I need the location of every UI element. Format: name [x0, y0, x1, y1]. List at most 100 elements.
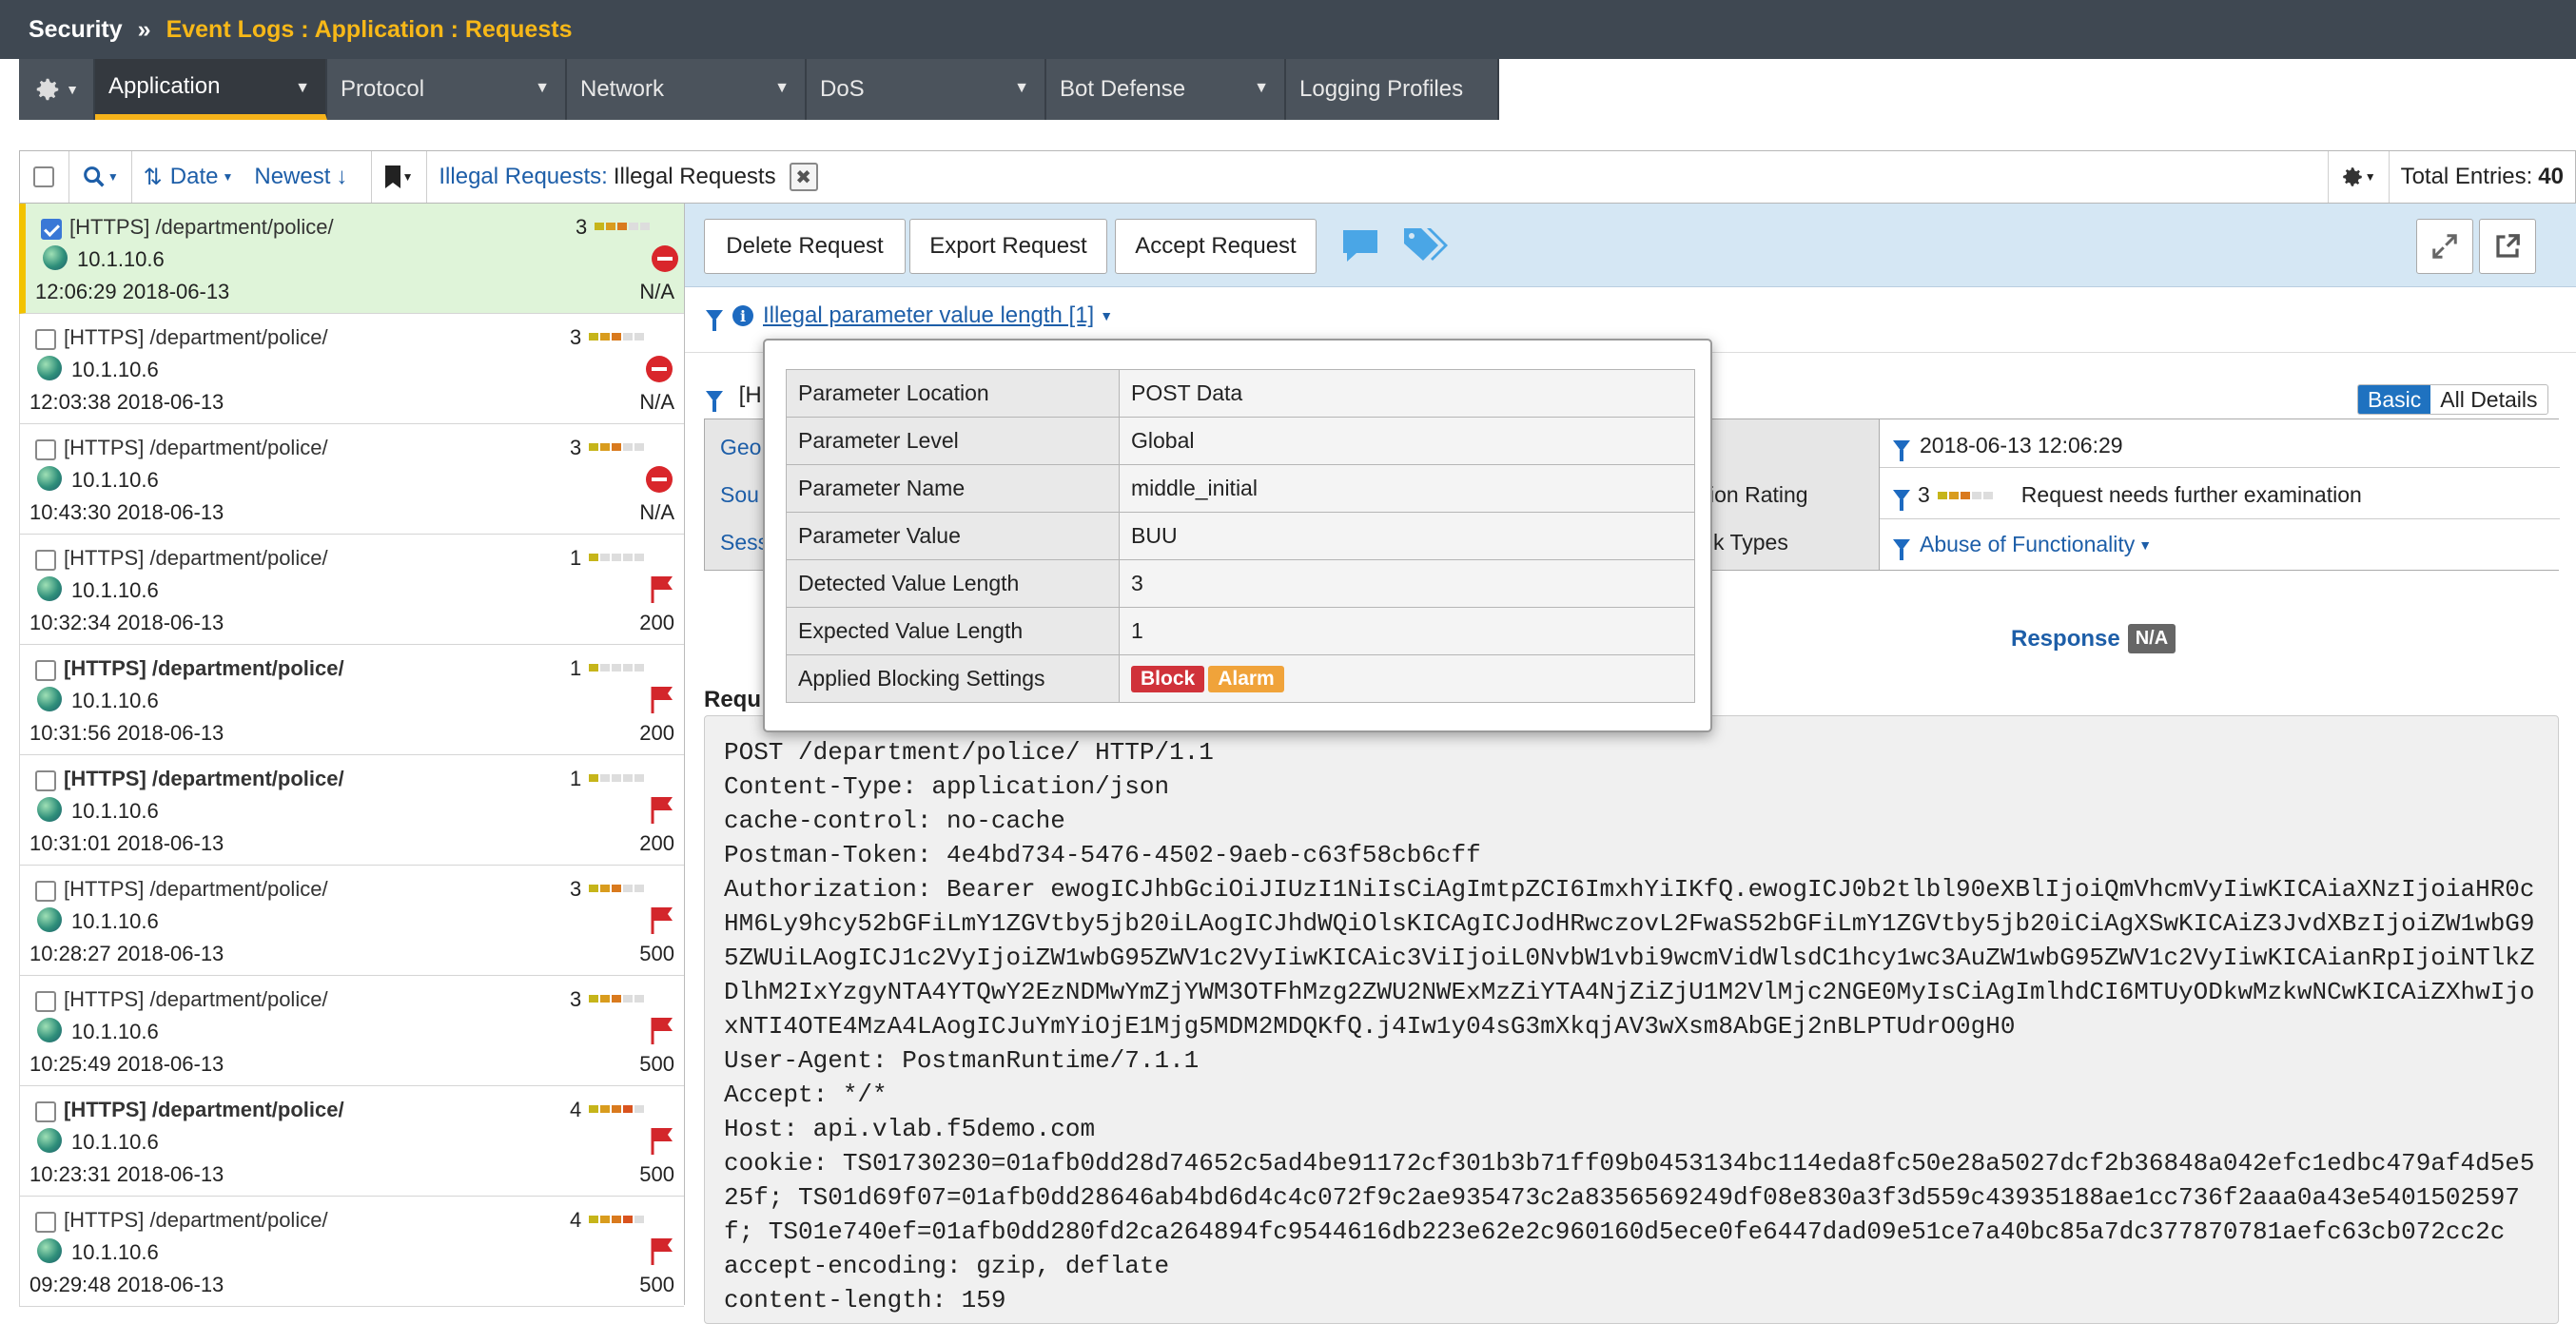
export-request-button[interactable]: Export Request — [909, 219, 1107, 274]
request-line: Content-Type: application/json — [724, 772, 1170, 801]
rating-number: 3 — [570, 436, 582, 459]
breadcrumb-separator: » — [137, 15, 151, 43]
tab-bot-defense[interactable]: Bot Defense ▼ — [1046, 59, 1286, 120]
request-time: 10:23:31 2018-06-13 — [29, 1162, 224, 1186]
tab-row: ▼ Application ▼ Protocol ▼ Network ▼ DoS ▼ B… — [0, 59, 2576, 120]
rating-bar — [589, 333, 644, 341]
sort-dropdown[interactable]: ⇅ Date ▼ Newest ↓ — [132, 151, 371, 203]
breadcrumb-path[interactable]: Event Logs : Application : Requests — [166, 16, 573, 44]
rating-bar — [589, 774, 644, 782]
attack-type-value[interactable]: Abuse of Functionality — [1920, 532, 2135, 557]
row-checkbox[interactable] — [35, 439, 56, 460]
filter-icon[interactable] — [706, 391, 723, 412]
request-list-item[interactable]: [HTTPS] /department/police/10.1.10.6 10:3… — [19, 645, 684, 755]
bookmark-button[interactable]: ▼ — [370, 151, 428, 203]
tab-settings[interactable]: ▼ — [19, 59, 95, 120]
request-list-item[interactable]: [HTTPS] /department/police/10.1.10.6 12:0… — [19, 314, 684, 424]
row-checkbox[interactable] — [35, 329, 56, 350]
tab-application[interactable]: Application ▼ — [95, 59, 327, 120]
filter-value: Illegal Requests — [613, 164, 776, 189]
search-button[interactable]: ▼ — [69, 151, 132, 203]
row-checkbox[interactable] — [35, 881, 56, 902]
tab-network[interactable]: Network ▼ — [567, 59, 807, 120]
request-time: 10:31:01 2018-06-13 — [29, 831, 224, 855]
expand-button[interactable] — [2416, 219, 2473, 274]
comment-icon[interactable] — [1341, 228, 1379, 264]
request-list-item[interactable]: [HTTPS] /department/police/10.1.10.6 10:2… — [19, 976, 684, 1086]
chevron-down-icon: ▼ — [1100, 308, 1114, 323]
total-value: 40 — [2538, 164, 2564, 189]
filter-icon[interactable] — [1893, 439, 1910, 461]
arrow-down-icon: ↓ — [336, 164, 348, 189]
request-list-item[interactable]: [HTTPS] /department/police/10.1.10.6 10:2… — [19, 1086, 684, 1197]
attack-type[interactable]: Abuse of Functionality ▼ — [1893, 532, 2152, 560]
rating-number: 3 — [570, 877, 582, 901]
expand-icon — [2432, 234, 2457, 259]
row-checkbox[interactable] — [35, 550, 56, 571]
globe-icon — [37, 1238, 62, 1263]
filter-icon[interactable] — [1893, 489, 1910, 511]
breadcrumb-security[interactable]: Security — [29, 16, 123, 44]
popup-row: Parameter Value BUU — [786, 512, 1695, 560]
request-list-item[interactable]: [HTTPS] /department/police/10.1.10.6 10:3… — [19, 755, 684, 866]
violation-details-popup: Parameter Location POST Data Parameter Lev… — [763, 339, 1712, 732]
close-icon[interactable]: ✖ — [789, 163, 818, 191]
basic-view-button[interactable]: Basic — [2358, 385, 2431, 414]
request-list-item[interactable]: [HTTPS] /department/police/10.1.10.6 12:0… — [19, 204, 684, 314]
request-url: [HTTPS] /department/police/ — [64, 546, 328, 570]
client-ip: 10.1.10.6 — [77, 247, 165, 271]
request-time: 09:29:48 2018-06-13 — [29, 1273, 224, 1296]
request-url: [HTTPS] /department/police/ — [69, 215, 334, 239]
open-external-button[interactable] — [2479, 219, 2536, 274]
tags-icon[interactable] — [1402, 226, 1452, 264]
row-checkbox[interactable] — [35, 770, 56, 791]
row-checkbox[interactable] — [35, 1101, 56, 1122]
rating-text: Request needs further examination — [2020, 482, 2362, 507]
filter-icon[interactable] — [1893, 538, 1910, 560]
chevron-down-icon: ▼ — [66, 82, 79, 97]
accept-request-button[interactable]: Accept Request — [1115, 219, 1317, 274]
detail-header-text: [H — [738, 382, 762, 408]
popup-row: Detected Value Length 3 — [786, 559, 1695, 608]
row-checkbox[interactable] — [41, 219, 62, 240]
flag-icon — [651, 797, 673, 824]
total-entries: Total Entries: 40 — [2390, 151, 2575, 203]
order-label[interactable]: Newest — [254, 164, 330, 190]
row-checkbox[interactable] — [35, 1212, 56, 1233]
blocking-settings: Block Alarm — [1119, 654, 1695, 703]
response-status: N/A — [639, 390, 674, 414]
tab-dos[interactable]: DoS ▼ — [807, 59, 1046, 120]
source-label[interactable]: Sou — [720, 482, 759, 508]
row-checkbox[interactable] — [35, 991, 56, 1012]
filter-icon[interactable] — [706, 310, 723, 331]
delete-request-button[interactable]: Delete Request — [704, 219, 906, 274]
globe-icon — [37, 797, 62, 822]
request-list-item[interactable]: [HTTPS] /department/police/10.1.10.6 10:3… — [19, 535, 684, 645]
select-all-checkbox[interactable] — [20, 151, 69, 203]
popup-value: BUU — [1119, 512, 1695, 560]
request-url: [HTTPS] /department/police/ — [64, 436, 328, 459]
response-label[interactable]: Response — [2011, 626, 2120, 652]
geo-label[interactable]: Geo — [720, 435, 761, 460]
checkbox[interactable] — [33, 166, 55, 187]
tab-protocol[interactable]: Protocol ▼ — [327, 59, 567, 120]
chevron-down-icon: ▼ — [222, 170, 234, 184]
list-settings-button[interactable]: ▼ — [2329, 151, 2390, 203]
alarm-badge: Alarm — [1208, 666, 1284, 692]
info-icon[interactable]: i — [732, 305, 753, 326]
raw-request: POST /department/police/ HTTP/1.1 Content… — [704, 715, 2559, 1324]
request-list-item[interactable]: [HTTPS] /department/police/10.1.10.6 10:2… — [19, 866, 684, 976]
attack-types-label: k Types — [1713, 530, 1788, 555]
request-list-item[interactable]: [HTTPS] /department/police/10.1.10.6 10:4… — [19, 424, 684, 535]
session-label[interactable]: Sess — [720, 530, 769, 555]
tab-logging-profiles[interactable]: Logging Profiles — [1286, 59, 1499, 120]
all-details-button[interactable]: All Details — [2430, 385, 2547, 414]
tab-label: Application — [108, 73, 221, 99]
globe-icon — [37, 1018, 62, 1042]
popup-row: Expected Value Length 1 — [786, 607, 1695, 655]
action-bar: Delete Request Export Request Accept Req… — [685, 204, 2576, 287]
request-list-item[interactable]: [HTTPS] /department/police/10.1.10.6 09:2… — [19, 1197, 684, 1307]
popup-row: Applied Blocking Settings Block Alarm — [786, 654, 1695, 703]
violation-link[interactable]: Illegal parameter value length [1] — [763, 302, 1094, 329]
row-checkbox[interactable] — [35, 660, 56, 681]
